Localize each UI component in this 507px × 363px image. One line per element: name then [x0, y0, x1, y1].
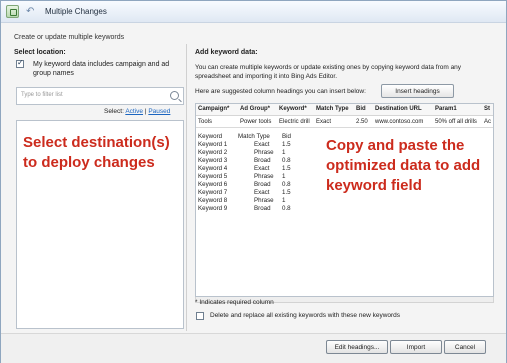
search-icon[interactable] — [170, 91, 179, 100]
keyword-row: Keyword 3 Broad 0.8 — [198, 157, 318, 165]
bid-cell: Bid — [282, 133, 291, 140]
keyword-row: Keyword 8 Phrase 1 — [198, 197, 318, 205]
multiple-changes-window: ↶ Multiple Changes Create or update mult… — [0, 0, 507, 363]
destination-list[interactable]: Select destination(s) to deploy changes — [16, 120, 184, 329]
match-type-cell: Broad — [254, 181, 271, 188]
bid-cell: 0.8 — [282, 205, 291, 212]
bid-cell: 1.5 — [282, 189, 291, 196]
keyword-row: Keyword 1 Exact 1.5 — [198, 141, 318, 149]
sample-data-row: Tools Power tools Electric drill Exact 2… — [196, 116, 493, 128]
keyword-data-field[interactable]: Campaign* Ad Group* Keyword* Match Type … — [195, 103, 494, 297]
keyword-row: Keyword Match Type Bid — [198, 133, 318, 141]
sample-cell: 50% off all drills — [435, 119, 477, 125]
match-type-cell: Phrase — [254, 197, 274, 204]
match-type-cell: Phrase — [254, 173, 274, 180]
select-active-link[interactable]: Active — [125, 108, 143, 115]
keyword-data-panel: Add keyword data: You can create multipl… — [186, 49, 499, 331]
include-campaign-checkbox[interactable] — [16, 58, 24, 68]
sample-cell: Tools — [198, 119, 213, 125]
sample-cell: 2.50 — [356, 119, 368, 125]
required-column-note: * Indicates required column — [195, 299, 274, 306]
keyword-row: Keyword 6 Broad 0.8 — [198, 181, 318, 189]
keyword-row: Keyword 4 Exact 1.5 — [198, 165, 318, 173]
column-heading: Bid — [356, 106, 366, 112]
sample-cell: Ac — [484, 119, 492, 125]
replace-keywords-checkbox[interactable] — [196, 312, 204, 320]
column-heading: Destination URL — [375, 106, 422, 112]
bid-cell: 1 — [282, 197, 286, 204]
column-headings-row: Campaign* Ad Group* Keyword* Match Type … — [196, 104, 493, 116]
insert-headings-button[interactable]: Insert headings — [381, 84, 454, 98]
match-type-cell: Phrase — [254, 149, 274, 156]
bid-cell: 1.5 — [282, 165, 291, 172]
column-heading: Param1 — [435, 106, 457, 112]
keyword-row: Keyword 9 Broad 0.8 — [198, 205, 318, 213]
keyword-row: Keyword 7 Exact 1.5 — [198, 189, 318, 197]
keyword-cell: Keyword 7 — [198, 189, 228, 196]
keyword-cell: Keyword 2 — [198, 149, 228, 156]
match-type-cell: Exact — [254, 141, 270, 148]
filter-input[interactable]: Type to filter list — [16, 87, 184, 105]
sample-cell: Exact — [316, 119, 332, 125]
destination-callout: Select destination(s) to deploy changes — [23, 134, 170, 171]
select-label: Select: — [104, 108, 124, 115]
bid-cell: 0.8 — [282, 157, 291, 164]
selection-controls: Select: Active | Paused — [104, 108, 170, 115]
import-button[interactable]: Import — [390, 340, 442, 354]
suggested-headings-text: Here are suggested column headings you c… — [195, 88, 366, 95]
keyword-cell: Keyword 1 — [198, 141, 228, 148]
include-campaign-label: My keyword data includes campaign and ad… — [33, 61, 170, 77]
bid-cell: 1.5 — [282, 141, 291, 148]
keyword-row: Keyword 5 Phrase 1 — [198, 173, 318, 181]
title-bar: ↶ Multiple Changes — [1, 1, 506, 23]
filter-placeholder: Type to filter list — [21, 92, 63, 98]
dialog-footer: Edit headings... Import Cancel — [1, 333, 506, 363]
add-keyword-description: You can create multiple keywords or upda… — [195, 64, 462, 80]
sample-cell: www.contoso.com — [375, 119, 424, 125]
keyword-row: Keyword 2 Phrase 1 — [198, 149, 318, 157]
match-type-cell: Exact — [254, 189, 270, 196]
match-type-cell: Match Type — [238, 133, 270, 140]
select-paused-link[interactable]: Paused — [148, 108, 170, 115]
edit-headings-button[interactable]: Edit headings... — [326, 340, 388, 354]
keyword-app-icon — [6, 5, 19, 18]
add-keyword-heading: Add keyword data: — [195, 49, 258, 56]
keyword-cell: Keyword 8 — [198, 197, 228, 204]
bid-cell: 0.8 — [282, 181, 291, 188]
keyword-cell: Keyword — [198, 133, 223, 140]
sample-cell: Power tools — [240, 119, 272, 125]
column-heading: Campaign* — [198, 106, 230, 112]
match-type-cell: Broad — [254, 205, 271, 212]
window-title: Multiple Changes — [45, 7, 107, 16]
keyword-field-callout: Copy and paste the optimized data to add… — [326, 137, 481, 194]
keyword-cell: Keyword 9 — [198, 205, 228, 212]
bid-cell: 1 — [282, 149, 286, 156]
keyword-cell: Keyword 4 — [198, 165, 228, 172]
sample-cell: Electric drill — [279, 119, 310, 125]
location-panel: Select location: My keyword data include… — [14, 49, 184, 329]
pasted-keyword-table: Keyword Match Type Bid Keyword 1 Exact 1… — [198, 133, 318, 213]
column-heading: Ad Group* — [240, 106, 270, 112]
keyword-cell: Keyword 5 — [198, 173, 228, 180]
replace-keywords-label: Delete and replace all existing keywords… — [210, 312, 401, 319]
back-arrow-icon[interactable]: ↶ — [26, 6, 37, 17]
cancel-button[interactable]: Cancel — [444, 340, 486, 354]
keyword-cell: Keyword 6 — [198, 181, 228, 188]
column-heading: St — [484, 106, 490, 112]
column-heading: Keyword* — [279, 106, 307, 112]
match-type-cell: Broad — [254, 157, 271, 164]
bid-cell: 1 — [282, 173, 286, 180]
dialog-subtitle: Create or update multiple keywords — [14, 34, 125, 41]
select-location-label: Select location: — [14, 49, 66, 56]
keyword-cell: Keyword 3 — [198, 157, 228, 164]
column-heading: Match Type — [316, 106, 349, 112]
match-type-cell: Exact — [254, 165, 270, 172]
